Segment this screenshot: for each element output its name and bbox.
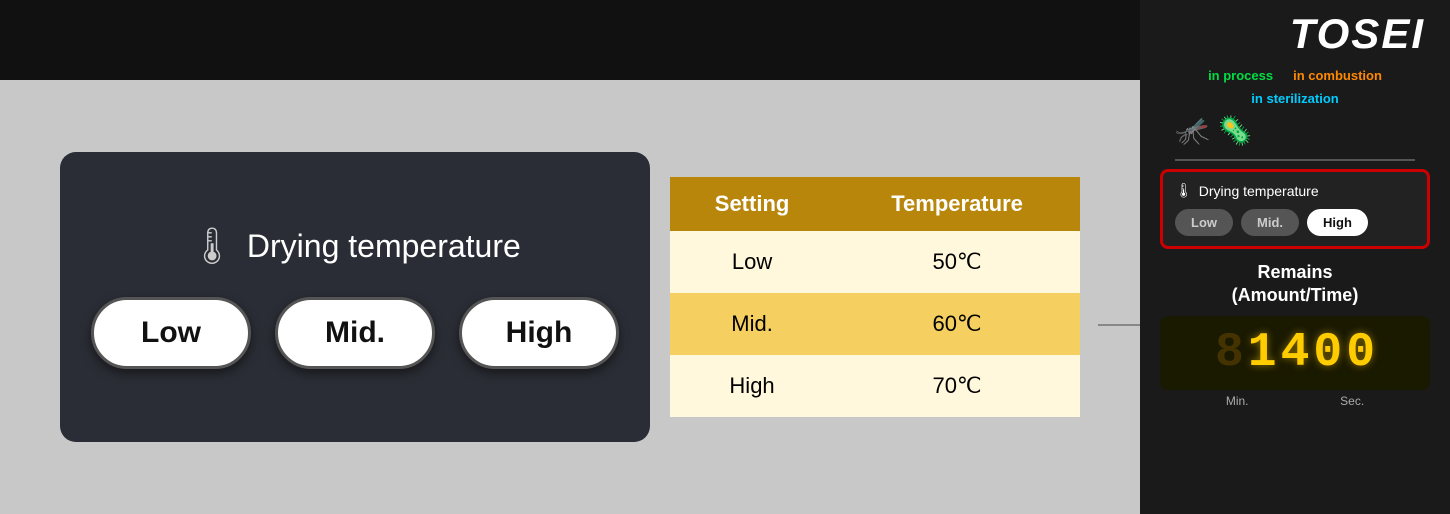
digit-dim-8: 8 [1215, 326, 1244, 380]
table-row: High 70℃ [670, 355, 1080, 417]
connector-line [1098, 324, 1142, 326]
panel-title: 🌡 Drying temperature [189, 225, 521, 267]
drying-temp-title: Drying temperature [247, 228, 521, 265]
mini-panel-title: 🌡 Drying temperature [1175, 182, 1415, 199]
sec-label: Sec. [1340, 394, 1364, 408]
mini-thermo-icon: 🌡 [1175, 182, 1193, 199]
in-sterilization-label: in sterilization [1251, 91, 1338, 106]
digital-display: 8 1 4 0 0 [1160, 316, 1430, 390]
status-row: in process in combustion [1208, 68, 1382, 83]
low-button[interactable]: Low [91, 297, 251, 369]
digit-4: 4 [1281, 326, 1310, 380]
row-high-temp: 70℃ [834, 355, 1080, 417]
table-row: Mid. 60℃ [670, 293, 1080, 355]
divider-line [1175, 159, 1415, 161]
mini-drying-panel: 🌡 Drying temperature Low Mid. High [1160, 169, 1430, 249]
main-area: 🌡 Drying temperature Low Mid. High Setti… [0, 80, 1140, 514]
thermometer-icon: 🌡 [189, 225, 235, 267]
digit-0-1: 0 [1313, 326, 1342, 380]
bug-row: 🦟 🦠 [1155, 114, 1253, 147]
mini-low-button[interactable]: Low [1175, 209, 1233, 236]
mini-button-row: Low Mid. High [1175, 209, 1415, 236]
col-temperature: Temperature [834, 177, 1080, 231]
in-process-label: in process [1208, 68, 1273, 83]
bug-icon-2: 🦠 [1218, 114, 1253, 147]
digit-1: 1 [1248, 326, 1277, 380]
remains-title: Remains(Amount/Time) [1160, 261, 1430, 308]
high-button[interactable]: High [459, 297, 619, 369]
row-low-temp: 50℃ [834, 231, 1080, 293]
row-low-setting: Low [670, 231, 834, 293]
table-row: Low 50℃ [670, 231, 1080, 293]
in-combustion-label: in combustion [1293, 68, 1382, 83]
min-label: Min. [1226, 394, 1249, 408]
temp-table: Setting Temperature Low 50℃ Mid. 60℃ Hig… [670, 177, 1080, 417]
tosei-logo: TOSEI [1290, 10, 1435, 58]
mini-mid-button[interactable]: Mid. [1241, 209, 1299, 236]
row-mid-temp: 60℃ [834, 293, 1080, 355]
button-row: Low Mid. High [91, 297, 619, 369]
remains-section: Remains(Amount/Time) 8 1 4 0 0 Min. Sec. [1160, 261, 1430, 408]
row-mid-setting: Mid. [670, 293, 834, 355]
mini-title-text: Drying temperature [1199, 183, 1319, 199]
digit-0-2: 0 [1346, 326, 1375, 380]
time-labels: Min. Sec. [1160, 394, 1430, 408]
right-sidebar: TOSEI in process in combustion in steril… [1140, 0, 1450, 514]
temp-table-panel: Setting Temperature Low 50℃ Mid. 60℃ Hig… [670, 177, 1080, 417]
bug-icon-1: 🦟 [1175, 114, 1210, 147]
mini-high-button[interactable]: High [1307, 209, 1368, 236]
row-high-setting: High [670, 355, 834, 417]
col-setting: Setting [670, 177, 834, 231]
left-panel: 🌡 Drying temperature Low Mid. High [60, 152, 650, 442]
mid-button[interactable]: Mid. [275, 297, 435, 369]
